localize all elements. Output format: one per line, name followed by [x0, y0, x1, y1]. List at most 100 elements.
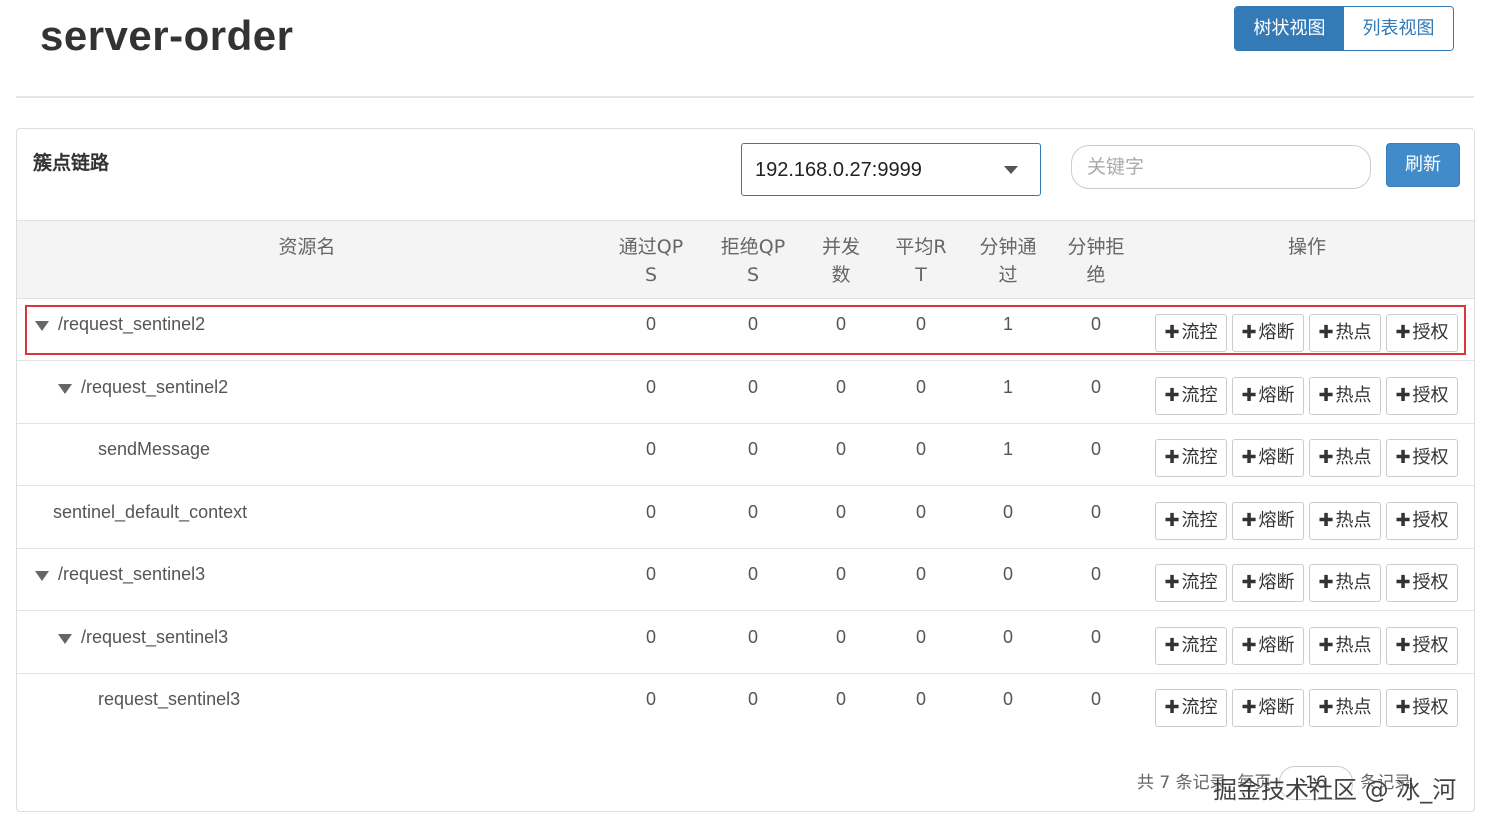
resource-name: sentinel_default_context [53, 502, 248, 522]
add-flow-rule-button[interactable]: ✚ 流控 [1155, 439, 1227, 477]
add-degrade-rule-button[interactable]: ✚ 熔断 [1232, 377, 1304, 415]
pass-qps-value: 0 [645, 689, 656, 709]
table-row: sentinel_default_context 0 0 0 0 0 0 ✚ 流控… [17, 487, 1474, 549]
thread-value: 0 [835, 314, 846, 334]
tree-view-button[interactable]: 树状视图 [1235, 7, 1344, 50]
plus-icon: ✚ [1395, 385, 1411, 406]
header-minute-pass: 分钟通 过 [979, 236, 1037, 286]
add-flow-rule-button[interactable]: ✚ 流控 [1155, 689, 1227, 727]
plus-icon: ✚ [1318, 385, 1334, 406]
watermark: 掘金技术社区 @ 冰_河 [1213, 776, 1457, 804]
plus-icon: ✚ [1318, 635, 1334, 656]
add-auth-rule-button[interactable]: ✚ 授权 [1386, 439, 1458, 477]
add-flow-rule-button[interactable]: ✚ 流控 [1155, 377, 1227, 415]
plus-icon: ✚ [1241, 447, 1257, 468]
plus-icon: ✚ [1164, 322, 1180, 343]
add-degrade-rule-button[interactable]: ✚ 熔断 [1232, 314, 1304, 352]
add-auth-rule-button[interactable]: ✚ 授权 [1386, 314, 1458, 352]
add-hot-param-rule-button[interactable]: ✚ 热点 [1309, 502, 1381, 540]
triangle-down-icon[interactable] [58, 634, 72, 644]
plus-icon: ✚ [1395, 697, 1411, 718]
block-qps-value: 0 [747, 689, 758, 709]
add-degrade-rule-button[interactable]: ✚ 熔断 [1232, 689, 1304, 727]
avg-rt-value: 0 [915, 439, 926, 459]
table-header: 资源名 通过QP S 拒绝QP S 并发 数 平均R T 分钟通 过 分钟拒 绝… [17, 220, 1474, 299]
header-divider [16, 96, 1474, 98]
plus-icon: ✚ [1241, 697, 1257, 718]
plus-icon: ✚ [1318, 510, 1334, 531]
minute-pass-value: 1 [1002, 377, 1013, 397]
add-flow-rule-button[interactable]: ✚ 流控 [1155, 314, 1227, 352]
add-hot-param-rule-button[interactable]: ✚ 热点 [1309, 439, 1381, 477]
minute-pass-value: 1 [1002, 314, 1013, 334]
table-row: request_sentinel3 0 0 0 0 0 0 ✚ 流控 ✚ 熔断 ✚ 热… [17, 674, 1474, 736]
block-qps-value: 0 [747, 502, 758, 522]
resource-name: /request_sentinel3 [58, 564, 206, 584]
add-auth-rule-button[interactable]: ✚ 授权 [1386, 689, 1458, 727]
header-pass-qps: 通过QP S [618, 236, 684, 286]
plus-icon: ✚ [1164, 697, 1180, 718]
block-qps-value: 0 [747, 314, 758, 334]
avg-rt-value: 0 [915, 314, 926, 334]
block-qps-value: 0 [747, 377, 758, 397]
triangle-down-icon[interactable] [35, 571, 49, 581]
add-hot-param-rule-button[interactable]: ✚ 热点 [1309, 627, 1381, 665]
add-hot-param-rule-button[interactable]: ✚ 热点 [1309, 564, 1381, 602]
table-row: /request_sentinel2 0 0 0 0 1 0 ✚ 流控 ✚ 熔断 ✚… [17, 362, 1474, 424]
minute-block-value: 0 [1090, 564, 1101, 584]
plus-icon: ✚ [1241, 635, 1257, 656]
add-auth-rule-button[interactable]: ✚ 授权 [1386, 564, 1458, 602]
add-degrade-rule-button[interactable]: ✚ 熔断 [1232, 439, 1304, 477]
add-hot-param-rule-button[interactable]: ✚ 热点 [1309, 314, 1381, 352]
header-resource-name: 资源名 [278, 236, 336, 258]
plus-icon: ✚ [1164, 510, 1180, 531]
minute-pass-value: 0 [1002, 502, 1013, 522]
keyword-search-input[interactable] [1071, 145, 1371, 189]
block-qps-value: 0 [747, 564, 758, 584]
caret-down-icon [1004, 166, 1018, 174]
view-toggle: 树状视图 列表视图 [1234, 6, 1454, 51]
plus-icon: ✚ [1241, 322, 1257, 343]
triangle-down-icon[interactable] [58, 384, 72, 394]
minute-pass-value: 0 [1002, 689, 1013, 709]
table-row: sendMessage 0 0 0 0 1 0 ✚ 流控 ✚ 熔断 ✚ 热点 ✚ 授权 [17, 424, 1474, 486]
resource-name: /request_sentinel3 [81, 627, 229, 647]
pass-qps-value: 0 [645, 439, 656, 459]
plus-icon: ✚ [1395, 510, 1411, 531]
add-auth-rule-button[interactable]: ✚ 授权 [1386, 627, 1458, 665]
add-auth-rule-button[interactable]: ✚ 授权 [1386, 502, 1458, 540]
pass-qps-value: 0 [645, 377, 656, 397]
header-thread-count: 并发 数 [821, 236, 860, 286]
minute-block-value: 0 [1090, 689, 1101, 709]
panel-title: 簇点链路 [33, 152, 110, 174]
plus-icon: ✚ [1395, 322, 1411, 343]
add-auth-rule-button[interactable]: ✚ 授权 [1386, 377, 1458, 415]
plus-icon: ✚ [1318, 447, 1334, 468]
add-degrade-rule-button[interactable]: ✚ 熔断 [1232, 502, 1304, 540]
pass-qps-value: 0 [645, 627, 656, 647]
add-hot-param-rule-button[interactable]: ✚ 热点 [1309, 377, 1381, 415]
plus-icon: ✚ [1318, 572, 1334, 593]
minute-pass-value: 0 [1002, 564, 1013, 584]
add-flow-rule-button[interactable]: ✚ 流控 [1155, 502, 1227, 540]
panel-heading: 簇点链路 192.168.0.27:9999 刷新 [17, 129, 1474, 220]
machine-select[interactable]: 192.168.0.27:9999 [741, 143, 1041, 196]
minute-block-value: 0 [1090, 502, 1101, 522]
add-degrade-rule-button[interactable]: ✚ 熔断 [1232, 627, 1304, 665]
add-degrade-rule-button[interactable]: ✚ 熔断 [1232, 564, 1304, 602]
triangle-down-icon[interactable] [35, 321, 49, 331]
add-flow-rule-button[interactable]: ✚ 流控 [1155, 564, 1227, 602]
minute-block-value: 0 [1090, 627, 1101, 647]
block-qps-value: 0 [747, 627, 758, 647]
header-block-qps: 拒绝QP S [720, 236, 786, 286]
minute-pass-value: 0 [1002, 627, 1013, 647]
add-hot-param-rule-button[interactable]: ✚ 热点 [1309, 689, 1381, 727]
add-flow-rule-button[interactable]: ✚ 流控 [1155, 627, 1227, 665]
list-view-button[interactable]: 列表视图 [1344, 7, 1453, 50]
plus-icon: ✚ [1241, 385, 1257, 406]
avg-rt-value: 0 [915, 689, 926, 709]
pass-qps-value: 0 [645, 564, 656, 584]
refresh-button[interactable]: 刷新 [1386, 143, 1460, 187]
minute-block-value: 0 [1090, 377, 1101, 397]
plus-icon: ✚ [1395, 447, 1411, 468]
